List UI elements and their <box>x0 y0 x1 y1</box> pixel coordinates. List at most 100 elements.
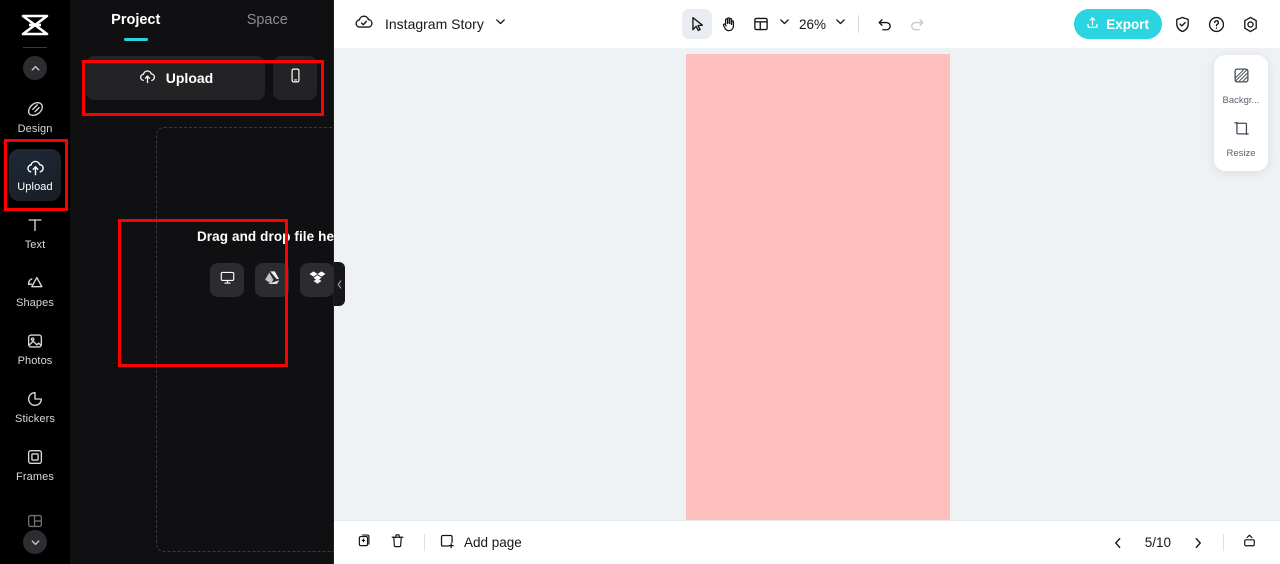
sidebar-item-label: Stickers <box>15 413 55 425</box>
settings-gear-icon[interactable] <box>1236 10 1264 38</box>
square-plus-icon <box>438 532 456 553</box>
rail-divider <box>23 47 47 48</box>
panel-tabs: Project Space <box>70 0 333 45</box>
duplicate-page-button[interactable] <box>351 529 379 557</box>
rail-scroll-down-button[interactable] <box>23 530 47 554</box>
dropbox-icon <box>309 270 326 291</box>
rail-scroll-up-button[interactable] <box>23 56 47 80</box>
rail-items: Design Upload Text <box>0 88 70 552</box>
tab-project[interactable]: Project <box>70 12 202 38</box>
top-toolbar: Instagram Story <box>334 0 1280 48</box>
select-tool-button[interactable] <box>682 9 712 39</box>
zoom-level-value[interactable]: 26% <box>793 17 832 32</box>
tab-active-indicator <box>124 38 148 41</box>
zoom-chevron-down-icon[interactable] <box>834 15 847 33</box>
canvas-area[interactable]: Backgr... Resize <box>334 48 1280 520</box>
text-icon <box>25 215 45 235</box>
sidebar-item-upload[interactable]: Upload <box>0 146 70 204</box>
sidebar-item-photos[interactable]: Photos <box>0 320 70 378</box>
upload-button-label: Upload <box>166 70 213 86</box>
next-page-button[interactable] <box>1184 529 1212 557</box>
bottom-divider-right <box>1223 534 1224 551</box>
drag-drop-label: Drag and drop file here <box>197 229 347 244</box>
duplicate-page-icon <box>357 532 374 554</box>
bottom-left-actions: Add page <box>351 529 522 557</box>
upload-button[interactable]: Upload <box>86 56 265 100</box>
sidebar-item-text[interactable]: Text <box>0 204 70 262</box>
expand-panel-icon <box>1241 532 1258 554</box>
frames-icon <box>25 447 45 467</box>
expand-panel-button[interactable] <box>1235 529 1263 557</box>
upload-from-mobile-button[interactable] <box>273 56 317 100</box>
sidebar-item-label: Design <box>18 123 53 135</box>
prev-page-button[interactable] <box>1104 529 1132 557</box>
upload-from-google-drive-button[interactable] <box>255 263 289 297</box>
upload-cloud-icon <box>138 67 157 89</box>
background-hatch-icon <box>1232 66 1251 90</box>
resize-button-label: Resize <box>1226 148 1255 159</box>
design-icon <box>25 99 45 119</box>
add-page-button[interactable]: Add page <box>438 532 522 553</box>
sidebar-item-stickers[interactable]: Stickers <box>0 378 70 436</box>
export-button[interactable]: Export <box>1074 9 1162 39</box>
monitor-icon <box>219 269 236 291</box>
left-rail: Design Upload Text <box>0 0 70 564</box>
page-indicator: 5/10 <box>1134 535 1182 550</box>
bottom-right-actions: 5/10 <box>1104 529 1263 557</box>
add-page-label: Add page <box>464 535 522 550</box>
sidebar-item-label: Text <box>25 239 46 251</box>
layouts-icon <box>25 511 45 531</box>
photos-icon <box>25 331 45 351</box>
upload-cloud-icon <box>25 157 46 177</box>
toolbar-left: Instagram Story <box>334 11 507 38</box>
upload-actions-row: Upload <box>70 56 333 100</box>
upload-panel: Project Space Upload <box>70 0 334 564</box>
layout-chevron-down-icon[interactable] <box>778 15 791 33</box>
sidebar-item-design[interactable]: Design <box>0 88 70 146</box>
app-root: Design Upload Text <box>0 0 1280 564</box>
toolbar-divider <box>858 15 859 33</box>
upload-source-buttons <box>210 263 334 297</box>
sidebar-item-shapes[interactable]: Shapes <box>0 262 70 320</box>
redo-button[interactable] <box>902 9 932 39</box>
hand-tool-button[interactable] <box>714 9 744 39</box>
upload-from-dropbox-button[interactable] <box>300 263 334 297</box>
toolbar-right: Export <box>1074 9 1280 39</box>
bottom-toolbar: Add page 5/10 <box>334 520 1280 564</box>
cloud-check-icon[interactable] <box>353 11 375 38</box>
mobile-phone-icon <box>287 67 304 89</box>
export-button-label: Export <box>1106 17 1149 32</box>
help-question-icon[interactable] <box>1202 10 1230 38</box>
tab-label: Space <box>247 12 288 28</box>
toolbar-center: 26% <box>682 9 932 39</box>
sidebar-item-label: Photos <box>18 355 53 367</box>
main-area: Instagram Story <box>334 0 1280 564</box>
panel-collapse-handle[interactable] <box>334 262 345 306</box>
bottom-divider <box>424 534 425 551</box>
export-upload-icon <box>1085 15 1100 33</box>
google-drive-icon <box>264 270 281 291</box>
sidebar-item-label: Upload <box>17 181 52 193</box>
chevron-down-icon[interactable] <box>494 15 507 33</box>
sidebar-item-label: Frames <box>16 471 54 483</box>
upload-from-computer-button[interactable] <box>210 263 244 297</box>
sidebar-item-label: Shapes <box>16 297 54 309</box>
trash-icon <box>389 532 406 554</box>
sidebar-item-frames[interactable]: Frames <box>0 436 70 494</box>
background-button-label: Backgr... <box>1223 95 1260 106</box>
resize-crop-icon <box>1232 119 1251 143</box>
tab-label: Project <box>111 12 160 28</box>
delete-page-button[interactable] <box>383 529 411 557</box>
layout-grid-tool-button[interactable] <box>746 9 776 39</box>
document-title[interactable]: Instagram Story <box>385 16 484 32</box>
capcut-logo-icon[interactable] <box>18 12 52 38</box>
background-button[interactable]: Backgr... <box>1214 66 1268 106</box>
undo-button[interactable] <box>870 9 900 39</box>
stickers-icon <box>25 389 45 409</box>
shield-check-icon[interactable] <box>1168 10 1196 38</box>
canvas-float-panel: Backgr... Resize <box>1214 55 1268 171</box>
artboard-page[interactable] <box>686 54 950 520</box>
resize-button[interactable]: Resize <box>1214 119 1268 159</box>
shapes-icon <box>25 273 45 293</box>
tab-space[interactable]: Space <box>202 12 334 38</box>
